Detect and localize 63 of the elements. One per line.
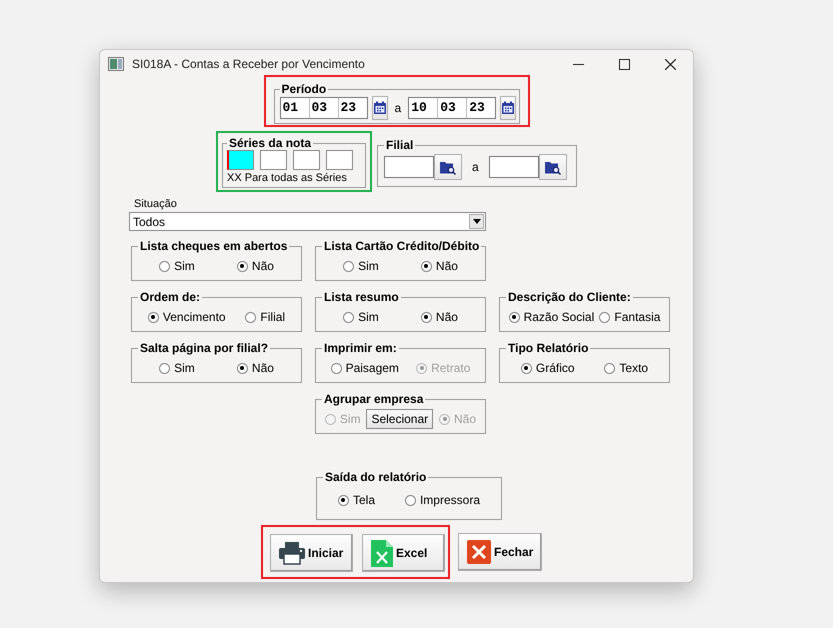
group-title: Salta página por filial? <box>139 341 270 355</box>
print-button[interactable]: Iniciar <box>270 534 353 572</box>
radio-option[interactable]: Sim <box>159 361 195 375</box>
range-separator: a <box>394 101 402 115</box>
radio-option[interactable]: Paisagem <box>330 361 399 375</box>
maximize-icon[interactable] <box>618 58 630 70</box>
series-field[interactable] <box>260 150 287 170</box>
radio-option[interactable]: Fantasia <box>599 310 660 324</box>
group-title: Imprimir em: <box>323 341 398 355</box>
series-field[interactable] <box>227 150 254 170</box>
input-field[interactable] <box>384 156 434 178</box>
calendar-button[interactable] <box>500 96 516 120</box>
series-field[interactable] <box>326 150 353 170</box>
group-title: Período <box>280 82 328 96</box>
status-dropdown[interactable]: Todos <box>129 212 486 231</box>
group-title: Lista cheques em abertos <box>139 239 288 253</box>
date-field[interactable]: 10 03 23 <box>408 97 496 119</box>
close-icon <box>467 540 491 564</box>
dropdown-arrow-icon <box>472 219 480 224</box>
radio-option[interactable]: Razão Social <box>508 310 594 324</box>
window-title: SI018A - Contas a Receber por Vencimento <box>132 57 366 71</box>
select-button[interactable]: Selecionar <box>366 409 434 429</box>
range-separator: a <box>471 160 480 174</box>
calendar-button[interactable] <box>372 96 388 120</box>
radio-option[interactable]: Sim <box>343 259 379 273</box>
search-button[interactable] <box>434 154 462 180</box>
calendar-icon <box>372 101 386 115</box>
group-title: Lista resumo <box>323 290 400 304</box>
radio-option[interactable]: Não <box>420 310 458 324</box>
radio-option[interactable]: Gráfico <box>520 361 575 375</box>
radio-option[interactable]: Tela <box>338 493 375 507</box>
date-field[interactable]: 01 03 23 <box>280 97 368 119</box>
series-field[interactable] <box>293 150 320 170</box>
search-button[interactable] <box>538 154 567 180</box>
input-field[interactable] <box>488 156 539 178</box>
folder-search-icon <box>440 160 456 174</box>
radio-option[interactable]: Texto <box>604 361 648 375</box>
radio-option[interactable]: Não <box>236 361 274 375</box>
group-title: Tipo Relatório <box>507 341 590 355</box>
radio-option[interactable]: Vencimento <box>148 310 226 324</box>
group-title: Ordem de: <box>139 290 202 304</box>
radio-option[interactable]: Filial <box>245 310 286 324</box>
excel-button[interactable]: Excel <box>362 534 445 572</box>
radio-option[interactable]: Sim <box>159 259 195 273</box>
printer-icon <box>279 541 305 565</box>
radio-option[interactable]: Sim <box>343 310 379 324</box>
close-button[interactable]: Fechar <box>458 533 542 571</box>
group-title: Filial <box>385 138 414 152</box>
radio-option[interactable]: Não <box>236 259 274 273</box>
field-label: Situação <box>134 198 178 210</box>
group-title: Séries da nota <box>228 136 312 150</box>
calendar-icon <box>501 101 516 115</box>
radio-option[interactable]: Impressora <box>404 493 480 507</box>
close-icon[interactable] <box>664 58 676 70</box>
folder-search-icon <box>544 160 561 174</box>
group-title: Agrupar empresa <box>323 392 424 406</box>
hint-text: XX Para todas as Séries <box>227 172 348 184</box>
group-title: Descrição do Cliente: <box>507 290 632 304</box>
spreadsheet-file-icon <box>371 539 393 567</box>
group-title: Lista Cartão Crédito/Débito <box>323 239 480 253</box>
group-title: Saída do relatório <box>324 470 428 484</box>
radio-option[interactable]: Não <box>420 259 458 273</box>
app-icon <box>108 57 124 71</box>
